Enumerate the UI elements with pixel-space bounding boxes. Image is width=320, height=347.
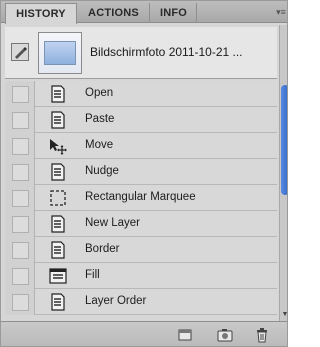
history-state-row[interactable]: Layer Order	[5, 289, 277, 315]
new-document-from-state-icon[interactable]	[177, 327, 193, 343]
panel-menu-icon[interactable]: ▾≡	[275, 6, 287, 18]
history-state-row[interactable]: Nudge	[5, 159, 277, 185]
fill-icon	[49, 267, 67, 285]
history-brush-source-checkbox[interactable]	[5, 107, 35, 133]
history-brush-source-checkbox[interactable]	[5, 263, 35, 289]
history-state-list: Open Paste Move Nudge Rectangular Marquee New…	[5, 81, 277, 321]
scrollbar[interactable]: ▼	[279, 25, 287, 321]
history-state-row[interactable]: Rectangular Marquee	[5, 185, 277, 211]
snapshot-thumbnail	[38, 32, 82, 74]
history-state-label: Fill	[85, 269, 100, 281]
history-state-row[interactable]: New Layer	[5, 211, 277, 237]
scroll-down-arrow-icon[interactable]: ▼	[281, 311, 287, 319]
document-icon	[49, 111, 67, 129]
rectangular-marquee-icon	[49, 189, 67, 207]
history-brush-source-checkbox[interactable]	[5, 81, 35, 107]
history-brush-source-checkbox[interactable]	[5, 211, 35, 237]
history-state-row[interactable]: Fill	[5, 263, 277, 289]
history-panel: HISTORY ACTIONS INFO ▾≡ Bildschirmfoto 2…	[0, 0, 288, 347]
history-state-label: Border	[85, 243, 120, 255]
history-state-row[interactable]: Paste	[5, 107, 277, 133]
document-icon	[49, 215, 67, 233]
tab-actions[interactable]: ACTIONS	[78, 3, 150, 23]
document-icon	[49, 85, 67, 103]
delete-state-icon[interactable]	[254, 327, 270, 343]
history-state-label: Rectangular Marquee	[85, 191, 196, 203]
tab-info[interactable]: INFO	[151, 3, 197, 23]
history-state-row[interactable]: Border	[5, 237, 277, 263]
history-brush-source-checkbox[interactable]	[5, 185, 35, 211]
history-state-label: New Layer	[85, 217, 140, 229]
history-brush-source-checkbox[interactable]	[5, 289, 35, 315]
history-state-label: Nudge	[85, 165, 119, 177]
document-icon	[49, 163, 67, 181]
tab-history[interactable]: HISTORY	[5, 3, 77, 24]
history-state-label: Open	[85, 87, 114, 99]
history-brush-source-checkbox[interactable]	[5, 237, 35, 263]
document-icon	[49, 293, 67, 311]
history-state-row[interactable]: Move	[5, 133, 277, 159]
history-brush-source-checkbox[interactable]	[5, 133, 35, 159]
history-state-label: Move	[85, 139, 114, 151]
history-state-row[interactable]: Open	[5, 81, 277, 107]
scrollbar-thumb[interactable]	[281, 85, 287, 195]
snapshot-label: Bildschirmfoto 2011-10-21 ...	[90, 45, 243, 59]
snapshot-row[interactable]: Bildschirmfoto 2011-10-21 ...	[5, 27, 277, 79]
history-state-label: Paste	[85, 113, 115, 125]
history-brush-source-icon[interactable]	[11, 43, 29, 61]
history-brush-source-checkbox[interactable]	[5, 159, 35, 185]
panel-tab-bar: HISTORY ACTIONS INFO ▾≡	[1, 1, 287, 24]
create-snapshot-icon[interactable]	[217, 327, 233, 343]
document-icon	[49, 241, 67, 259]
history-state-label: Layer Order	[85, 295, 147, 307]
move-tool-icon	[49, 137, 67, 155]
panel-bottom-bar	[1, 321, 287, 346]
